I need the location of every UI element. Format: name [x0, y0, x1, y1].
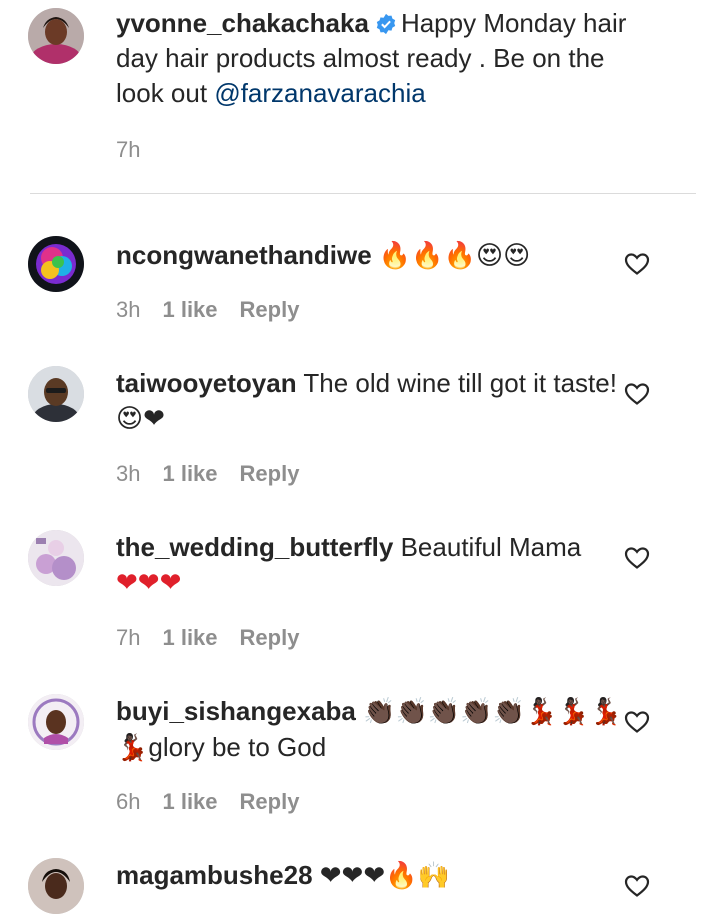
comment-text: ncongwanethandiwe 🔥🔥🔥😍😍 — [116, 238, 636, 274]
avatar[interactable] — [28, 366, 84, 422]
avatar[interactable] — [28, 8, 84, 64]
post-time: 7h — [116, 137, 141, 162]
post-username[interactable]: yvonne_chakachaka — [116, 8, 369, 38]
comment-likes-count[interactable]: 1 like — [162, 461, 217, 487]
comment-meta: 3h 1 like Reply — [116, 297, 299, 323]
comment-likes-count[interactable]: 1 like — [162, 297, 217, 323]
comment-body: glory be to God — [148, 732, 327, 762]
heart-outline-icon[interactable] — [624, 874, 650, 898]
avatar-photo-icon — [28, 694, 84, 750]
comment-username[interactable]: ncongwanethandiwe — [116, 240, 372, 270]
heart-outline-icon[interactable] — [624, 546, 650, 570]
comment-meta: 6h 1 like Reply — [116, 789, 299, 815]
comment-time: 7h — [116, 625, 141, 650]
avatar-photo-icon — [28, 858, 84, 914]
post-caption: yvonne_chakachaka Happy Monday hair day h… — [116, 6, 636, 111]
avatar-rose-icon — [28, 236, 84, 292]
comment-text: taiwooyetoyan The old wine till got it t… — [116, 366, 636, 437]
comment-meta: 3h 1 like Reply — [116, 461, 299, 487]
heart-outline-icon[interactable] — [624, 382, 650, 406]
comment-likes-count[interactable]: 1 like — [162, 789, 217, 815]
reply-button[interactable]: Reply — [240, 789, 300, 815]
comment-likes-count[interactable]: 1 like — [162, 625, 217, 651]
avatar-photo-icon — [28, 366, 84, 422]
comment-username[interactable]: taiwooyetoyan — [116, 368, 297, 398]
comment-text: magambushe28 ❤❤❤🔥🙌 — [116, 858, 636, 894]
reply-button[interactable]: Reply — [240, 625, 300, 651]
comment-username[interactable]: the_wedding_butterfly — [116, 532, 393, 562]
comment-text: buyi_sishangexaba 👏🏿👏🏿👏🏿👏🏿👏🏿💃🏿💃🏿💃🏿 💃🏿glo… — [116, 694, 636, 766]
avatar[interactable] — [28, 858, 84, 914]
post-mention[interactable]: @farzanavarachia — [214, 78, 425, 108]
verified-badge-icon — [375, 13, 397, 35]
avatar[interactable] — [28, 694, 84, 750]
divider — [30, 193, 696, 194]
comment-time: 6h — [116, 789, 141, 814]
comment-username[interactable]: magambushe28 — [116, 860, 313, 890]
reply-button[interactable]: Reply — [240, 461, 300, 487]
comment-body: The old wine till got it taste! — [303, 368, 617, 398]
original-post: yvonne_chakachaka Happy Monday hair day h… — [0, 0, 720, 193]
comment-meta: 7h 1 like Reply — [116, 625, 299, 651]
comment-emoji: 👏🏿👏🏿👏🏿👏🏿👏🏿💃🏿💃🏿💃🏿 — [363, 697, 623, 727]
avatar[interactable] — [28, 530, 84, 586]
comment-time: 3h — [116, 297, 141, 322]
heart-outline-icon[interactable] — [624, 710, 650, 734]
comment-username[interactable]: buyi_sishangexaba — [116, 696, 356, 726]
comment-time: 3h — [116, 461, 141, 486]
comment-emoji: 😍❤ — [116, 404, 165, 434]
comment-emoji: 💃🏿 — [116, 733, 149, 763]
post-meta: 7h — [116, 137, 140, 163]
comment-emoji: ❤❤❤ — [116, 568, 182, 598]
avatar[interactable] — [28, 236, 84, 292]
avatar-photo-icon — [28, 530, 84, 586]
comment-text: the_wedding_butterfly Beautiful Mama ❤❤❤ — [116, 530, 636, 601]
avatar-photo-icon — [28, 8, 84, 64]
comment-body: Beautiful Mama — [400, 532, 582, 562]
reply-button[interactable]: Reply — [240, 297, 300, 323]
heart-outline-icon[interactable] — [624, 252, 650, 276]
comment-emoji: ❤❤❤🔥🙌 — [319, 861, 450, 891]
comment-emoji: 🔥🔥🔥😍😍 — [378, 241, 531, 271]
